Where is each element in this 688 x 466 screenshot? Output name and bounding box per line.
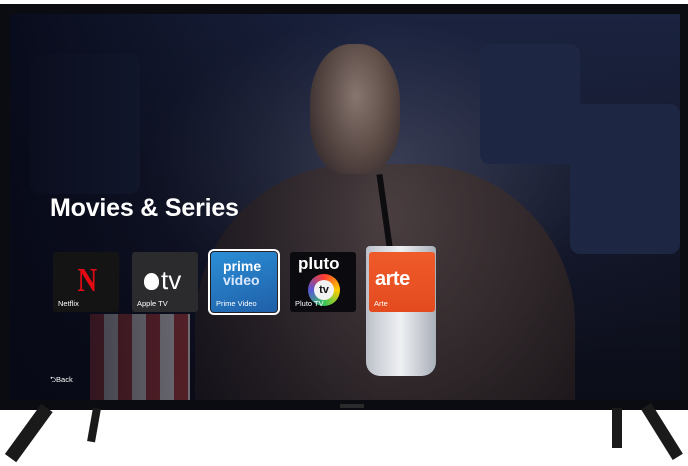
netflix-logo: N xyxy=(77,262,98,299)
tv-stand-left xyxy=(4,403,53,463)
app-tile-arte[interactable]: arte Arte xyxy=(369,252,435,312)
arte-logo: arte xyxy=(375,268,410,290)
pluto-tv-logo-bottom: tv xyxy=(314,280,334,300)
tv-stand-right xyxy=(640,402,683,461)
section-title: Movies & Series xyxy=(50,194,239,222)
back-label: Back xyxy=(56,375,73,384)
app-tile-label: Prime Video xyxy=(216,299,257,308)
app-tile-apple-tv[interactable]: tv Apple TV xyxy=(132,252,198,312)
app-tile-pluto-tv[interactable]: pluto tv Pluto TV xyxy=(290,252,356,312)
app-tile-prime-video[interactable]: prime video Prime Video xyxy=(208,249,280,315)
tv-screen: Movies & Series N Netflix tv Apple TV pr… xyxy=(10,14,680,400)
pluto-tv-logo-top: pluto xyxy=(298,254,340,273)
app-tile-label: Arte xyxy=(374,299,388,308)
tv-frame: Movies & Series N Netflix tv Apple TV pr… xyxy=(0,4,688,410)
apple-icon xyxy=(144,273,159,290)
app-tile-label: Pluto TV xyxy=(295,299,324,308)
app-row: N Netflix tv Apple TV prime video Prime … xyxy=(53,249,435,315)
app-tile-label: Netflix xyxy=(58,299,79,308)
tv-stand-left-rear xyxy=(87,407,101,443)
prime-video-logo-bottom: video xyxy=(223,272,260,288)
apple-tv-logo-text: tv xyxy=(161,265,182,295)
app-tile-netflix[interactable]: N Netflix xyxy=(53,252,119,312)
tv-center-foot xyxy=(340,404,364,408)
back-button[interactable]: ⮌Back xyxy=(50,374,73,387)
apple-tv-logo: tv xyxy=(144,265,181,296)
app-tile-label: Apple TV xyxy=(137,299,168,308)
tv-stand-right-rear xyxy=(612,408,622,448)
